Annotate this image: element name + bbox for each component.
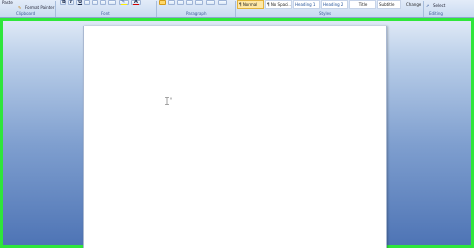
paragraph-group-label: Paragraph	[186, 11, 207, 16]
ribbon: Paste ✎ Format Painter Clipboard B I U ✎…	[0, 0, 474, 18]
styles-group-label: Styles	[319, 11, 332, 16]
italic-button[interactable]: I	[68, 0, 74, 5]
align-center-button[interactable]	[168, 0, 175, 5]
styles-group: ¶ Normal ¶ No Spaci... Heading 1 Heading…	[237, 0, 403, 18]
shading-button[interactable]	[206, 0, 215, 5]
document-page[interactable]	[83, 26, 387, 248]
text-cursor-icon	[165, 97, 172, 105]
justify-button[interactable]	[186, 0, 193, 5]
align-right-button[interactable]	[177, 0, 184, 5]
change-case-button[interactable]	[108, 0, 116, 5]
underline-label: U	[78, 0, 83, 5]
font-color-swatch	[133, 4, 139, 5]
paragraph-group: Paragraph	[158, 0, 234, 18]
style-no-spacing[interactable]: ¶ No Spaci...	[265, 0, 292, 9]
clipboard-group-label: Clipboard	[16, 11, 36, 16]
clipboard-group: Paste ✎ Format Painter Clipboard	[0, 0, 54, 18]
superscript-button[interactable]	[100, 0, 106, 5]
style-heading-1[interactable]: Heading 1	[293, 0, 320, 9]
strikethrough-button[interactable]	[84, 0, 90, 5]
change-styles-button[interactable]: Change Styles	[404, 0, 422, 9]
bold-label: B	[62, 0, 66, 5]
font-group-label: Font	[101, 11, 110, 16]
highlight-swatch	[121, 4, 127, 5]
ribbon-divider	[55, 1, 56, 17]
format-painter-button[interactable]: Format Painter	[25, 5, 54, 10]
line-spacing-button[interactable]	[195, 0, 203, 5]
bold-button[interactable]: B	[60, 0, 66, 5]
style-heading-2[interactable]: Heading 2	[321, 0, 348, 9]
ribbon-divider	[156, 1, 157, 17]
ribbon-divider	[235, 1, 236, 17]
paste-button[interactable]: Paste	[2, 0, 13, 5]
subscript-button[interactable]	[92, 0, 98, 5]
style-title[interactable]: Title	[349, 0, 376, 9]
font-color-button[interactable]: A	[131, 0, 141, 5]
font-group: B I U ✎ A Font	[57, 0, 155, 18]
style-normal[interactable]: ¶ Normal	[237, 0, 264, 9]
document-workspace	[0, 18, 474, 248]
italic-label: I	[70, 0, 72, 5]
editing-group-label: Editing	[429, 11, 443, 16]
format-painter-icon[interactable]: ✎	[18, 5, 21, 10]
select-arrow-icon[interactable]: ➚	[426, 3, 429, 8]
borders-button[interactable]	[218, 0, 227, 5]
select-button[interactable]: Select	[433, 3, 445, 8]
style-subtitle[interactable]: Subtitle	[377, 0, 401, 9]
ribbon-divider	[423, 1, 424, 17]
editing-group: ➚ Select Editing	[425, 0, 474, 18]
highlight-color-button[interactable]: ✎	[119, 0, 129, 5]
align-left-button[interactable]	[159, 0, 166, 5]
underline-button[interactable]: U	[76, 0, 82, 5]
